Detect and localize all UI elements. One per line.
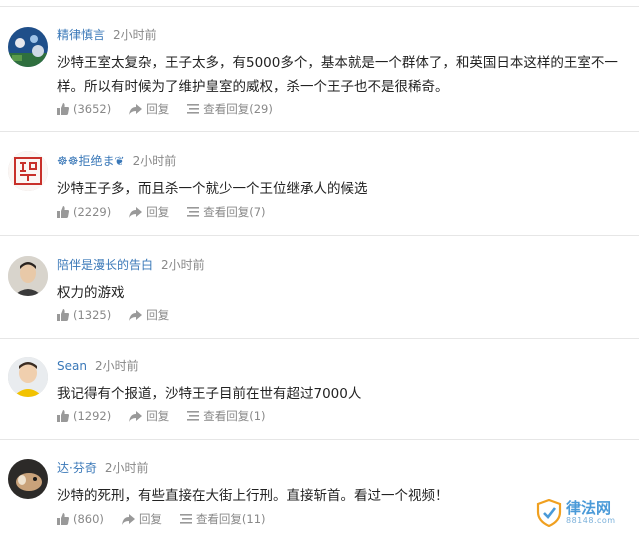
like-button[interactable]: (1325) <box>57 307 111 323</box>
view-replies-label: 查看回复(11) <box>195 512 266 526</box>
like-button[interactable]: (3652) <box>57 101 111 117</box>
comment-text: 沙特王室太复杂，王子太多，有5000多个，基本就是一个群体了，和英国日本这样的王… <box>57 55 618 95</box>
thumbs-up-icon <box>57 103 69 115</box>
like-count: (3652) <box>73 102 112 116</box>
watermark-brand: 律法网 <box>566 499 612 517</box>
reply-arrow-icon <box>129 103 143 115</box>
thumbs-up-icon <box>57 309 69 321</box>
reply-label: 回复 <box>146 308 170 322</box>
like-count: (1292) <box>73 409 112 423</box>
comment-divider <box>0 338 639 339</box>
reply-arrow-icon <box>121 513 135 525</box>
username-link[interactable]: Sean <box>57 359 87 373</box>
red-seal-avatar-icon <box>8 151 48 191</box>
thumbs-up-icon <box>57 410 69 422</box>
username-link[interactable]: 精律慎言 <box>57 28 105 42</box>
man-portrait-avatar-icon <box>8 256 48 296</box>
comment-meta: 达·芬奇 2小时前 <box>57 460 148 476</box>
comment-text: 我记得有个报道，沙特王子目前在世有超过7000人 <box>57 386 362 402</box>
comment-actions: (1292) 回复 查看回复(1) <box>57 408 284 424</box>
comment-actions: (1325) 回复 <box>57 307 187 323</box>
aquarium-avatar-icon <box>8 27 48 67</box>
comment-actions: (3652) 回复 查看回复(29) <box>57 101 291 117</box>
user-avatar[interactable] <box>8 357 48 397</box>
timestamp: 2小时前 <box>161 258 205 272</box>
reply-label: 回复 <box>146 102 170 116</box>
timestamp: 2小时前 <box>132 154 177 168</box>
comment-meta: ☸☸拒绝ま❦ 2小时前 <box>57 153 176 169</box>
view-replies-button[interactable]: 查看回复(1) <box>187 408 266 424</box>
comment-divider <box>0 439 639 440</box>
view-replies-button[interactable]: 查看回复(7) <box>187 204 266 220</box>
username-link[interactable]: 陪伴是漫长的告白 <box>57 258 153 272</box>
reply-arrow-icon <box>129 206 143 218</box>
comment-divider <box>0 235 639 236</box>
user-avatar[interactable] <box>8 256 48 296</box>
view-replies-label: 查看回复(7) <box>203 205 266 219</box>
list-icon <box>187 104 200 114</box>
thumbs-up-icon <box>57 206 69 218</box>
timestamp: 2小时前 <box>104 461 149 475</box>
timestamp: 2小时前 <box>113 28 157 42</box>
reply-button[interactable]: 回复 <box>121 511 162 527</box>
comment-divider <box>0 131 639 132</box>
reply-arrow-icon <box>129 309 143 321</box>
comment-actions: (2229) 回复 查看回复(7) <box>57 204 284 220</box>
timestamp: 2小时前 <box>94 359 139 373</box>
reply-label: 回复 <box>146 409 170 423</box>
site-watermark: 律法网 88148.com <box>536 498 636 528</box>
like-button[interactable]: (860) <box>57 511 104 527</box>
like-button[interactable]: (2229) <box>57 204 111 220</box>
user-avatar[interactable] <box>8 151 48 191</box>
reply-label: 回复 <box>138 512 162 526</box>
user-avatar[interactable] <box>8 27 48 67</box>
reply-label: 回复 <box>146 205 170 219</box>
list-icon <box>187 207 200 217</box>
animal-avatar-icon <box>8 459 48 499</box>
view-replies-button[interactable]: 查看回复(29) <box>187 101 273 117</box>
thumbs-up-icon <box>57 513 69 525</box>
comment-text: 沙特王子多，而且杀一个就少一个王位继承人的候选 <box>57 181 368 197</box>
child-portrait-avatar-icon <box>8 357 48 397</box>
like-count: (2229) <box>73 205 112 219</box>
like-button[interactable]: (1292) <box>57 408 111 424</box>
reply-button[interactable]: 回复 <box>129 408 169 424</box>
comment-actions: (860) 回复 查看回复(11) <box>57 511 284 527</box>
comment-text: 权力的游戏 <box>57 285 125 301</box>
like-count: (860) <box>73 512 104 526</box>
view-replies-label: 查看回复(1) <box>203 409 266 423</box>
reply-button[interactable]: 回复 <box>129 101 169 117</box>
reply-button[interactable]: 回复 <box>129 307 169 323</box>
reply-arrow-icon <box>129 410 143 422</box>
view-replies-button[interactable]: 查看回复(11) <box>179 511 266 527</box>
reply-button[interactable]: 回复 <box>129 204 169 220</box>
like-count: (1325) <box>73 308 112 322</box>
user-avatar[interactable] <box>8 459 48 499</box>
list-icon <box>187 411 200 421</box>
username-link[interactable]: ☸☸拒绝ま❦ <box>57 154 125 168</box>
view-replies-label: 查看回复(29) <box>203 102 273 116</box>
comment-meta: 精律慎言 2小时前 <box>57 27 157 43</box>
comment-meta: 陪伴是漫长的告白 2小时前 <box>57 257 205 273</box>
comment-meta: Sean 2小时前 <box>57 358 139 374</box>
shield-logo-icon <box>536 499 562 527</box>
watermark-site: 88148.com <box>566 516 616 525</box>
top-divider <box>0 6 639 7</box>
username-link[interactable]: 达·芬奇 <box>57 461 97 475</box>
list-icon <box>179 514 192 524</box>
